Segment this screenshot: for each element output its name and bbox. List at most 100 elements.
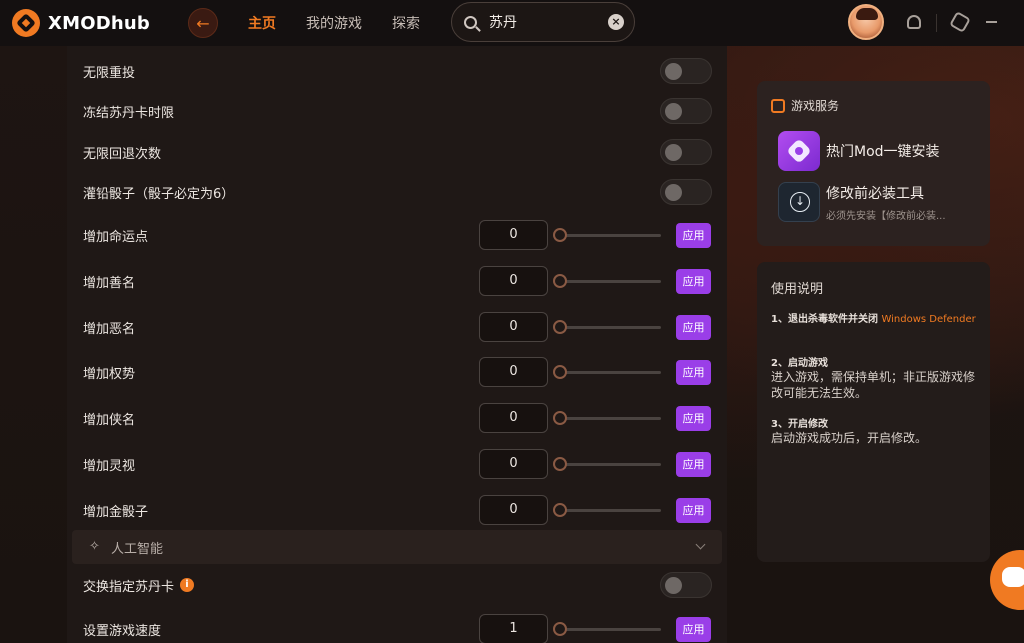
section-header-ai[interactable]: ✧ 人工智能 — [72, 530, 722, 564]
nav-item-explore[interactable]: 探索 — [392, 13, 420, 33]
info-icon[interactable]: i — [180, 578, 195, 592]
step-body: 进入游戏，需保持单机；非正版游戏修改可能无法生效。 — [771, 370, 976, 400]
section-title: 人工智能 — [111, 541, 164, 557]
xmod-logo-icon — [12, 9, 40, 37]
toggle-switch[interactable] — [660, 572, 712, 598]
minimize-icon[interactable] — [986, 21, 997, 23]
slider-handle[interactable] — [553, 457, 567, 471]
service-item-mod-install[interactable]: 热门Mod一键安装 — [778, 131, 940, 171]
slider-handle[interactable] — [553, 503, 567, 517]
row-label: 增加恶名 — [83, 321, 136, 337]
slider-handle[interactable] — [553, 411, 567, 425]
value-slider[interactable] — [553, 365, 661, 379]
slider-handle[interactable] — [553, 320, 567, 334]
slider-handle[interactable] — [553, 622, 567, 636]
slider-row: 增加侠名 0 应用 — [67, 398, 727, 438]
toggle-switch[interactable] — [660, 139, 712, 165]
download-icon — [778, 182, 820, 222]
apply-button[interactable]: 应用 — [676, 314, 711, 340]
main-nav: 主页 我的游戏 探索 — [248, 13, 450, 33]
toggle-row: 无限回退次数 — [67, 132, 727, 172]
service-name: 热门Mod一键安装 — [826, 144, 940, 160]
close-icon[interactable]: × — [608, 14, 624, 30]
number-input[interactable]: 0 — [479, 495, 548, 525]
row-label: 增加金骰子 — [83, 504, 149, 520]
slider-handle[interactable] — [553, 274, 567, 288]
search-input[interactable]: 苏丹 — [489, 12, 608, 32]
number-input[interactable]: 0 — [479, 266, 548, 296]
value-slider[interactable] — [553, 457, 661, 471]
row-label: 交换指定苏丹卡 i — [83, 576, 195, 595]
slider-row: 增加恶名 0 应用 — [67, 307, 727, 347]
divider — [936, 14, 937, 32]
row-label: 设置游戏速度 — [83, 623, 162, 639]
nav-item-my-games[interactable]: 我的游戏 — [306, 13, 362, 33]
row-label: 增加侠名 — [83, 412, 136, 428]
value-slider[interactable] — [553, 503, 661, 517]
slider-handle[interactable] — [553, 365, 567, 379]
guide-step: 2、启动游戏 进入游戏，需保持单机；非正版游戏修改可能无法生效。 — [771, 354, 976, 401]
app-logo[interactable]: XMODhub — [12, 9, 162, 37]
back-button[interactable]: ← — [188, 8, 218, 38]
guide-title: 使用说明 — [771, 282, 824, 297]
number-input[interactable]: 0 — [479, 403, 548, 433]
slider-row: 增加权势 0 应用 — [67, 352, 727, 392]
guide-step: 3、开启修改 启动游戏成功后，开启修改。 — [771, 415, 976, 446]
usage-guide-card: 使用说明 1、退出杀毒软件并关闭 Windows Defender 2、启动游戏… — [757, 262, 990, 562]
toggle-switch[interactable] — [660, 98, 712, 124]
step-title: 2、启动游戏 — [771, 358, 828, 369]
step-title-text: 1、退出杀毒软件并关闭 — [771, 314, 878, 325]
avatar[interactable] — [848, 4, 884, 40]
value-slider[interactable] — [553, 228, 661, 242]
value-slider[interactable] — [553, 320, 661, 334]
toggle-row: 无限重投 — [67, 51, 727, 91]
notification-icon[interactable] — [907, 15, 921, 29]
slider-row: 增加善名 0 应用 — [67, 261, 727, 301]
service-subtitle: 必须先安装【修改前必装... — [826, 210, 946, 222]
game-services-card: 游戏服务 热门Mod一键安装 修改前必装工具 必须先安装【修改前必装... — [757, 81, 990, 246]
row-label: 冻结苏丹卡时限 — [83, 105, 175, 121]
apply-button[interactable]: 应用 — [676, 451, 711, 477]
slider-handle[interactable] — [553, 228, 567, 242]
value-slider[interactable] — [553, 274, 661, 288]
service-item-tool[interactable]: 修改前必装工具 必须先安装【修改前必装... — [778, 182, 946, 222]
number-input[interactable]: 0 — [479, 312, 548, 342]
row-label: 增加权势 — [83, 366, 136, 382]
number-input[interactable]: 0 — [479, 449, 548, 479]
service-name: 修改前必装工具 — [826, 185, 924, 202]
toggle-row: 灌铅骰子（骰子必定为6） — [67, 172, 727, 212]
apply-button[interactable]: 应用 — [676, 497, 711, 523]
row-label-text: 交换指定苏丹卡 — [83, 579, 175, 595]
row-label: 增加灵视 — [83, 458, 136, 474]
apply-button[interactable]: 应用 — [676, 359, 711, 385]
slider-row: 增加命运点 0 应用 — [67, 215, 727, 255]
app-name: XMODhub — [48, 12, 150, 34]
slider-row: 设置游戏速度 1 应用 — [67, 609, 727, 643]
toggle-row: 冻结苏丹卡时限 — [67, 91, 727, 131]
mod-icon — [778, 131, 820, 171]
guide-step: 1、退出杀毒软件并关闭 Windows Defender — [771, 310, 976, 325]
value-slider[interactable] — [553, 622, 661, 636]
row-label: 无限重投 — [83, 65, 136, 81]
toggle-switch[interactable] — [660, 58, 712, 84]
number-input[interactable]: 1 — [479, 614, 548, 643]
step-title: 3、开启修改 — [771, 419, 828, 430]
cube-icon — [771, 98, 785, 113]
apply-button[interactable]: 应用 — [676, 405, 711, 431]
row-label: 增加命运点 — [83, 229, 149, 245]
search-icon — [464, 15, 477, 29]
nav-item-home[interactable]: 主页 — [248, 13, 276, 33]
apply-button[interactable]: 应用 — [676, 222, 711, 248]
apply-button[interactable]: 应用 — [676, 616, 711, 642]
apply-button[interactable]: 应用 — [676, 268, 711, 294]
toggle-switch[interactable] — [660, 179, 712, 205]
step-title: 1、退出杀毒软件并关闭 Windows Defender — [771, 310, 976, 325]
row-label: 灌铅骰子（骰子必定为6） — [83, 186, 235, 202]
step-body: 启动游戏成功后，开启修改。 — [771, 431, 928, 445]
number-input[interactable]: 0 — [479, 220, 548, 250]
number-input[interactable]: 0 — [479, 357, 548, 387]
value-slider[interactable] — [553, 411, 661, 425]
chevron-down-icon[interactable] — [695, 539, 706, 550]
search-box[interactable]: 苏丹 × — [451, 2, 635, 42]
services-title: 游戏服务 — [791, 99, 840, 113]
